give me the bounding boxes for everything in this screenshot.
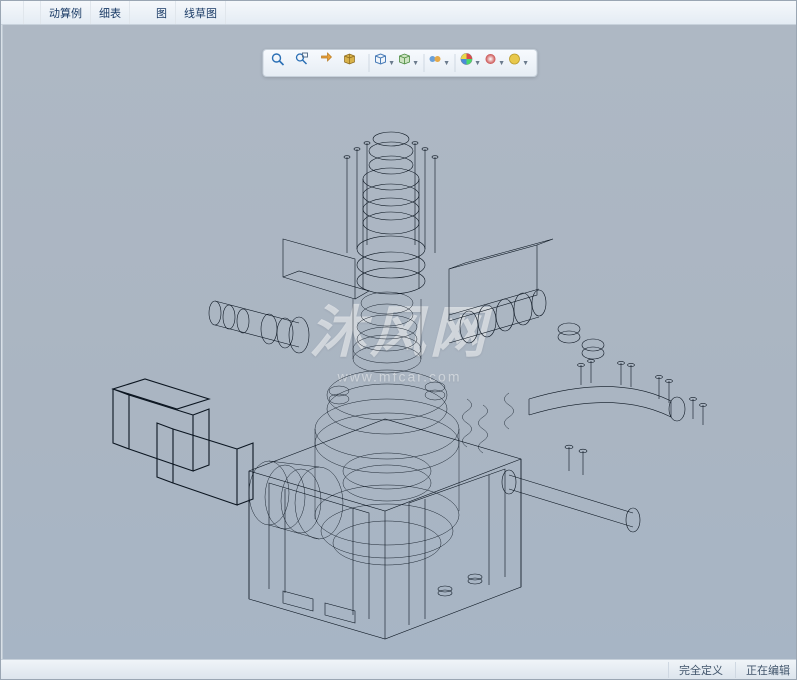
ribbon-wireframe-sketch[interactable]: 线草图 — [176, 1, 226, 24]
graphics-canvas[interactable]: ▼ ▼ ▼ ▼ ▼ ▼ 沐风网 www.mfcar.com — [3, 25, 796, 659]
watermark: 沐风网 www.mfcar.com — [310, 288, 490, 385]
watermark-sub: www.mfcar.com — [310, 369, 490, 385]
display-style-icon[interactable]: ▼ — [397, 52, 419, 74]
model-wireframe — [69, 99, 729, 647]
view-settings-icon[interactable]: ▼ — [507, 52, 529, 74]
hide-show-icon[interactable]: ▼ — [428, 52, 450, 74]
apply-scene-icon[interactable]: ▼ — [483, 52, 505, 74]
chevron-down-icon: ▼ — [443, 60, 450, 67]
status-bar: 完全定义 正在编辑 — [1, 659, 796, 679]
ribbon-item-0[interactable] — [7, 1, 24, 24]
zoom-prev-icon[interactable] — [318, 52, 340, 74]
ribbon-detail-table[interactable]: 细表 — [91, 1, 130, 24]
zoom-area-icon[interactable] — [294, 52, 316, 74]
ribbon-drawing[interactable]: 图 — [148, 1, 176, 24]
view-orient-icon[interactable]: ▼ — [373, 52, 395, 74]
ribbon-item-1[interactable] — [24, 1, 41, 24]
status-fully-defined: 完全定义 — [668, 662, 723, 678]
chevron-down-icon: ▼ — [412, 60, 419, 67]
workspace: ▼ ▼ ▼ ▼ ▼ ▼ 沐风网 www.mfcar.com — [1, 25, 796, 659]
heads-up-view-toolbar: ▼ ▼ ▼ ▼ ▼ ▼ — [262, 49, 537, 77]
chevron-down-icon: ▼ — [388, 60, 395, 67]
zoom-fit-icon[interactable] — [270, 52, 292, 74]
ribbon-motion-study[interactable]: 动算例 — [41, 1, 91, 24]
app-window: 动算例 细表 图 线草图 ▼ ▼ ▼ ▼ ▼ ▼ — [0, 0, 797, 680]
ribbon-bar: 动算例 细表 图 线草图 — [1, 1, 796, 25]
edit-appearance-icon[interactable]: ▼ — [459, 52, 481, 74]
status-editing: 正在编辑 — [735, 662, 790, 678]
chevron-down-icon: ▼ — [522, 60, 529, 67]
chevron-down-icon: ▼ — [498, 60, 505, 67]
watermark-main: 沐风网 — [310, 301, 490, 364]
section-view-icon[interactable] — [342, 52, 364, 74]
chevron-down-icon: ▼ — [474, 60, 481, 67]
